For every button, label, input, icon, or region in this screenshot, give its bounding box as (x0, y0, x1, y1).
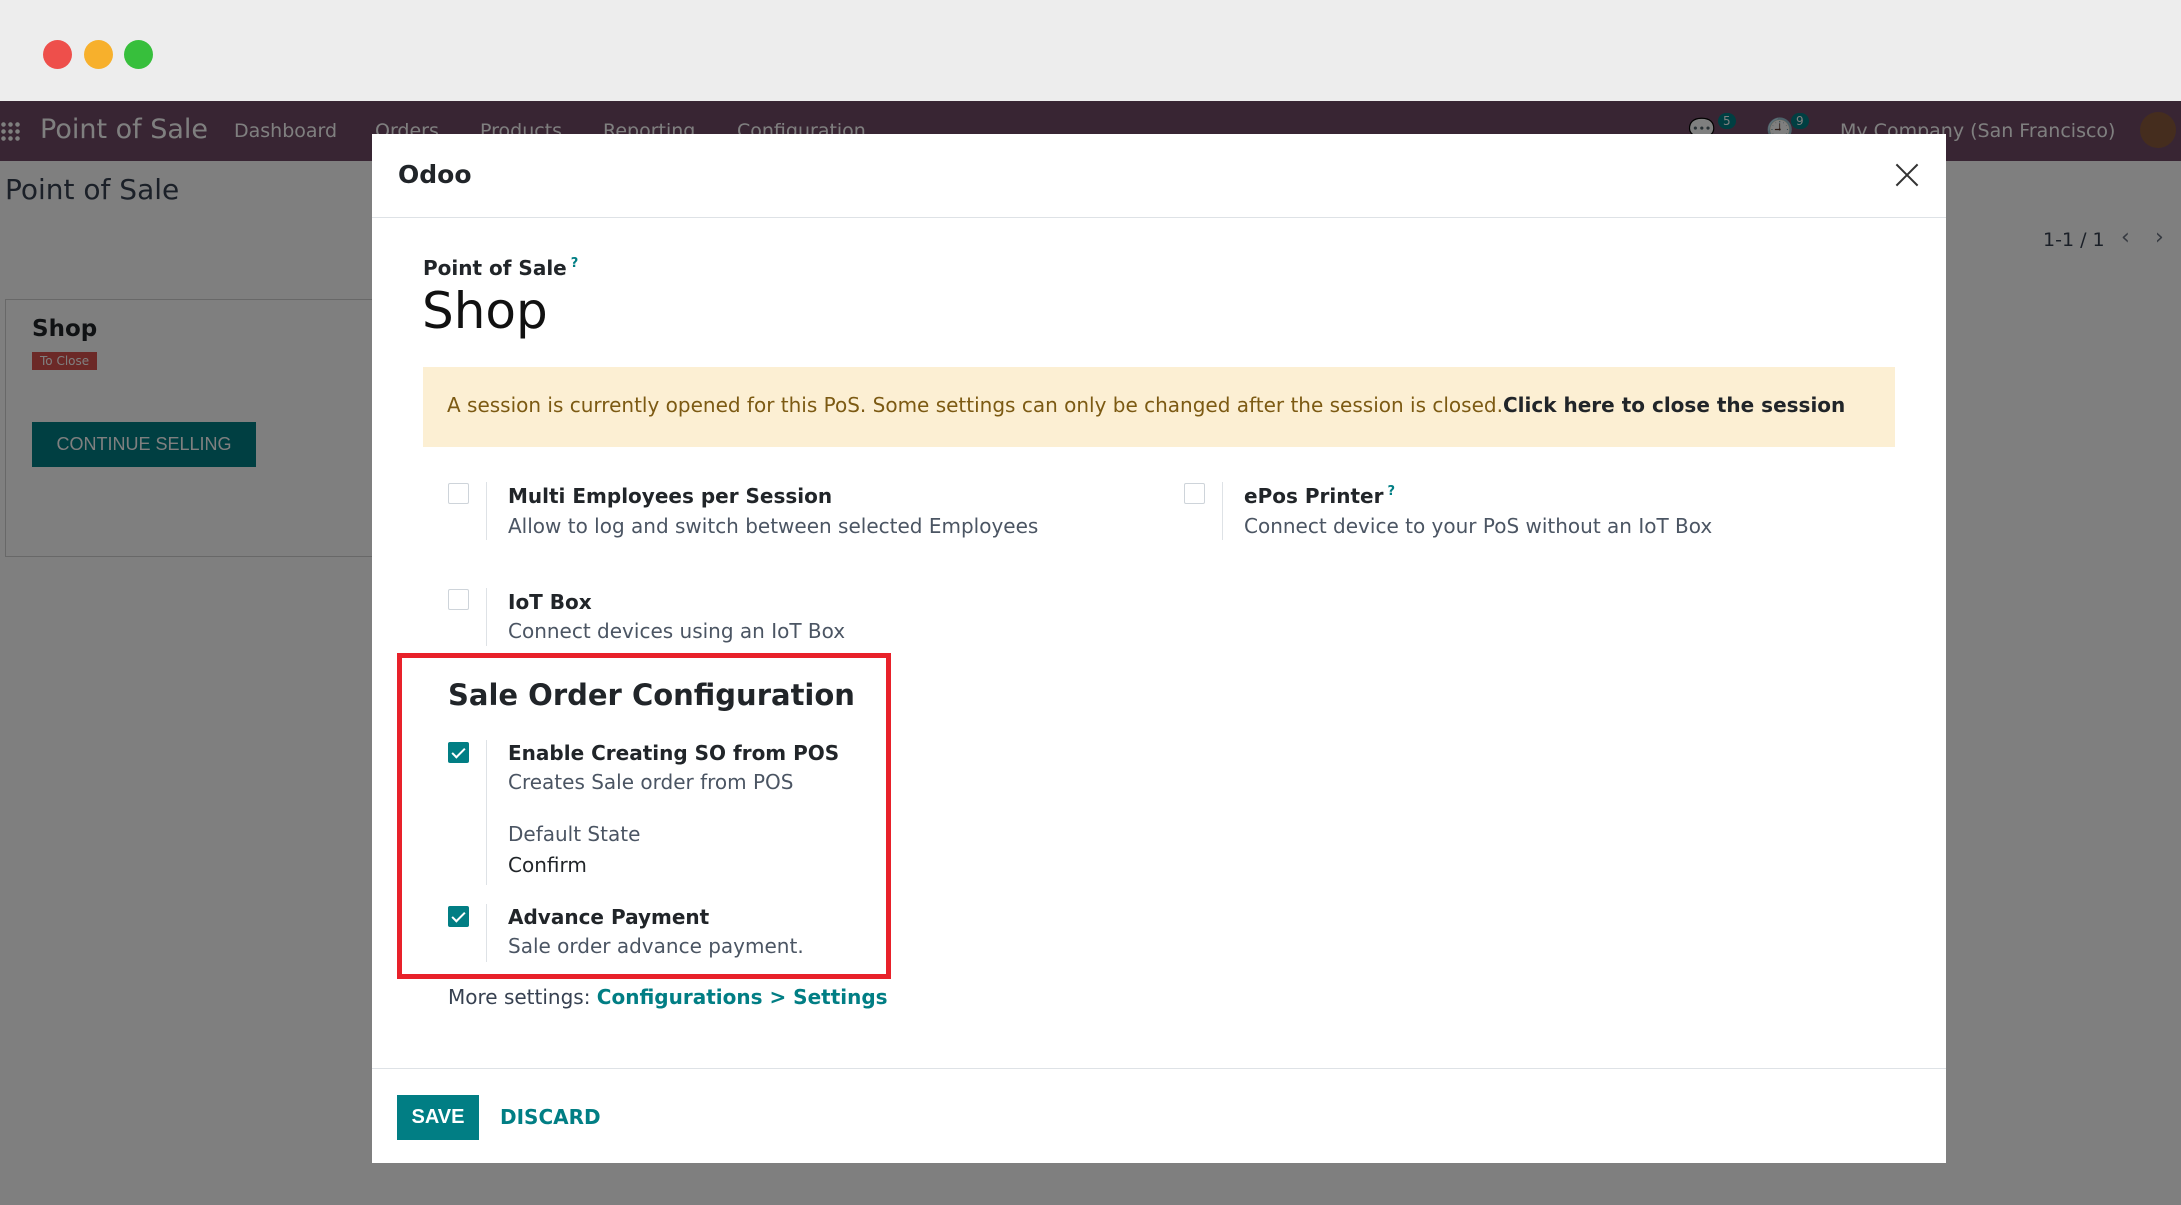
enable-so-title: Enable Creating SO from POS (508, 741, 840, 765)
advance-payment-checkbox[interactable] (448, 906, 469, 927)
setting-divider (1222, 482, 1223, 540)
iot-box-checkbox[interactable] (448, 589, 469, 610)
help-icon[interactable]: ? (1387, 484, 1395, 499)
record-name: Shop (422, 282, 548, 340)
iot-box-title: IoT Box (508, 590, 592, 614)
window-close-button[interactable] (43, 40, 72, 69)
close-session-link[interactable]: Click here to close the session (1503, 393, 1845, 417)
enable-so-desc: Creates Sale order from POS (508, 770, 794, 794)
default-state-value[interactable]: Confirm (508, 853, 587, 877)
epos-printer-desc: Connect device to your PoS without an Io… (1244, 514, 1713, 538)
dialog-header: Odoo (372, 134, 1946, 218)
settings-link[interactable]: Configurations > Settings (597, 985, 888, 1009)
help-icon[interactable]: ? (571, 256, 579, 271)
enable-so-checkbox[interactable] (448, 742, 469, 763)
field-label-text: Point of Sale (423, 256, 567, 280)
settings-dialog: Odoo Point of Sale? Shop A session is cu… (372, 134, 1946, 1163)
window-maximize-button[interactable] (124, 40, 153, 69)
setting-divider (486, 482, 487, 540)
setting-divider (486, 740, 487, 885)
advance-payment-desc: Sale order advance payment. (508, 934, 804, 958)
alert-text: A session is currently opened for this P… (447, 393, 1503, 417)
dialog-footer: SAVE DISCARD (372, 1068, 1946, 1163)
close-icon[interactable] (1894, 162, 1920, 188)
dialog-title: Odoo (398, 160, 472, 189)
field-label: Point of Sale? (423, 256, 578, 280)
multi-employees-desc: Allow to log and switch between selected… (508, 514, 1039, 538)
epos-printer-title: ePos Printer? (1244, 484, 1395, 508)
session-alert: A session is currently opened for this P… (423, 367, 1895, 447)
more-settings: More settings: Configurations > Settings (448, 985, 888, 1009)
advance-payment-title: Advance Payment (508, 905, 710, 929)
sale-order-section-title: Sale Order Configuration (448, 678, 855, 712)
default-state-label: Default State (508, 822, 641, 846)
save-button[interactable]: SAVE (397, 1095, 479, 1140)
epos-printer-title-text: ePos Printer (1244, 484, 1384, 508)
multi-employees-checkbox[interactable] (448, 483, 469, 504)
more-settings-prefix: More settings: (448, 985, 597, 1009)
window-minimize-button[interactable] (84, 40, 113, 69)
multi-employees-title: Multi Employees per Session (508, 484, 833, 508)
setting-divider (486, 588, 487, 646)
epos-printer-checkbox[interactable] (1184, 483, 1205, 504)
discard-button[interactable]: DISCARD (500, 1105, 601, 1129)
setting-divider (486, 904, 487, 962)
iot-box-desc: Connect devices using an IoT Box (508, 619, 846, 643)
window-titlebar (0, 0, 2181, 101)
